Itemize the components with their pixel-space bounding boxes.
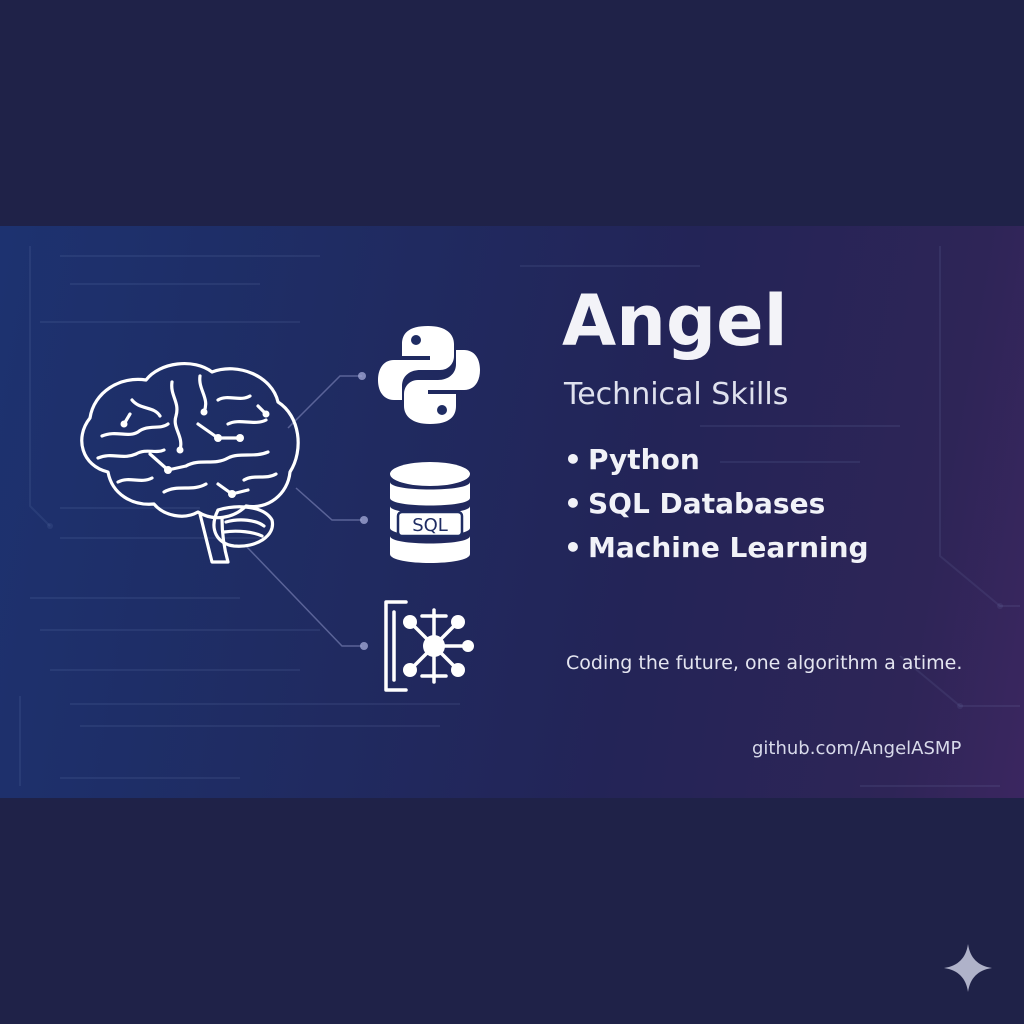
skill-label: Machine Learning: [588, 531, 869, 564]
skills-list: • Python • SQL Databases • Machine Learning: [564, 442, 869, 574]
skill-item-machine-learning: • Machine Learning: [564, 530, 869, 574]
page: SQL Angel Technical Skills • Python • SQ…: [0, 0, 1024, 1024]
section-subtitle: Technical Skills: [564, 377, 789, 412]
github-link[interactable]: github.com/AngelASMP: [752, 738, 961, 759]
bullet: •: [564, 531, 582, 564]
python-logo-icon: [378, 326, 480, 424]
skill-label: SQL Databases: [588, 487, 826, 520]
skill-item-python: • Python: [564, 442, 869, 486]
neural-network-icon: [384, 600, 474, 692]
bullet: •: [564, 487, 582, 520]
brain-circuit-icon: [80, 362, 300, 564]
skill-item-sql: • SQL Databases: [564, 486, 869, 530]
profile-name: Angel: [562, 280, 788, 362]
sql-database-icon: SQL: [390, 462, 470, 563]
tagline: Coding the future, one algorithm a atime…: [566, 652, 963, 674]
banner: SQL Angel Technical Skills • Python • SQ…: [0, 226, 1024, 798]
sql-label: SQL: [412, 515, 448, 536]
bullet: •: [564, 443, 582, 476]
sparkle-icon: [944, 944, 992, 992]
skill-label: Python: [588, 443, 700, 476]
